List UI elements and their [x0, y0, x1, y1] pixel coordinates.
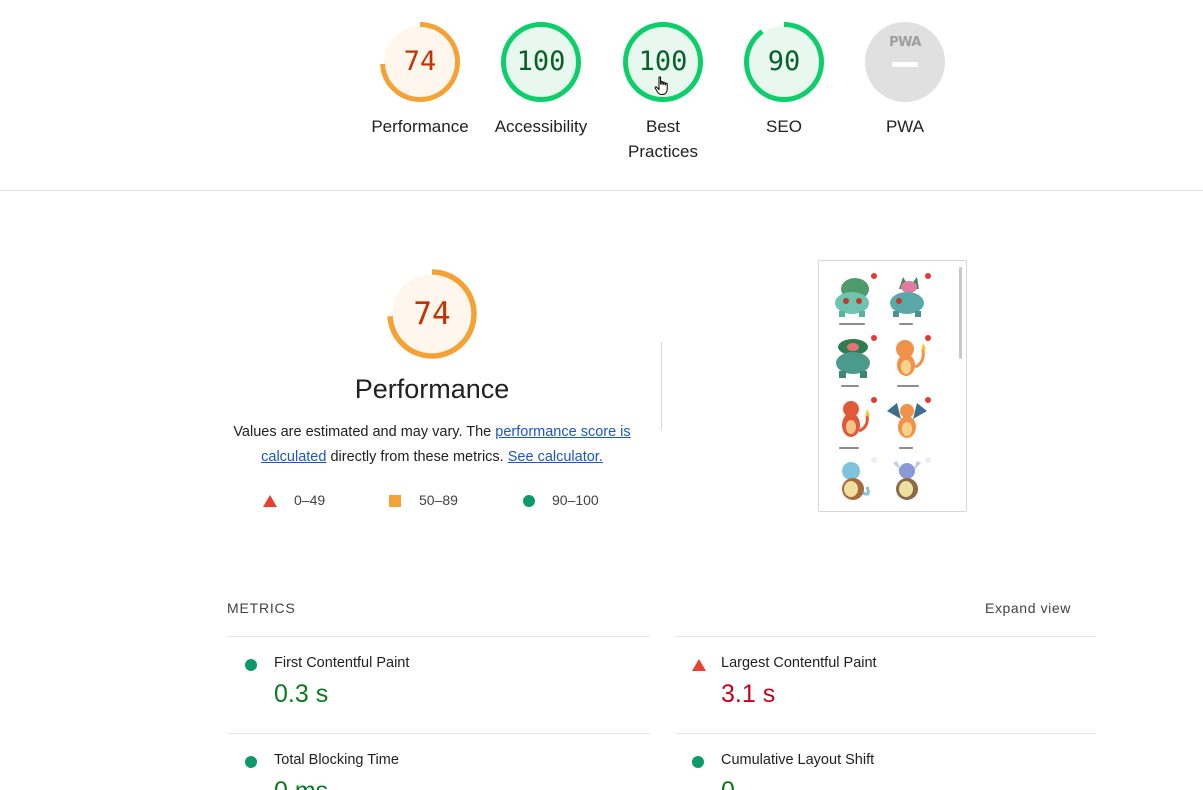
gauge-ring: 90 — [742, 20, 826, 104]
gauge-label: Performance — [371, 117, 469, 136]
circle-icon — [523, 495, 535, 507]
gauge-ring: 74 — [378, 20, 462, 104]
heart-icon — [925, 397, 931, 403]
name-line — [897, 385, 919, 387]
metric-divider — [227, 733, 650, 734]
metric-name: Total Blocking Time — [274, 752, 399, 768]
legend-pass: 90–100 — [523, 492, 599, 508]
pokemon-sprite-icon — [842, 401, 870, 437]
see-calculator-link[interactable]: See calculator. — [508, 449, 603, 465]
name-line — [899, 323, 913, 325]
name-line — [839, 323, 865, 325]
metric-divider — [675, 636, 1096, 637]
metric-value: 0.3 s — [274, 680, 329, 708]
heart-icon — [871, 273, 877, 279]
gauge-ring: PWA — [863, 20, 947, 104]
gauge-accessibility[interactable]: 100 Accessibility — [476, 20, 606, 139]
triangle-icon — [263, 495, 277, 507]
hand-cursor-icon — [654, 76, 668, 95]
legend-fail: 0–49 — [263, 492, 325, 508]
gauge-label: SEO — [766, 117, 802, 136]
legend-range: 90–100 — [552, 492, 599, 508]
thumbnail-scrollbar — [959, 267, 962, 359]
metric-divider — [227, 636, 650, 637]
performance-description: Values are estimated and may vary. The p… — [222, 420, 642, 470]
square-icon — [389, 495, 401, 507]
pass-circle-icon — [245, 756, 257, 768]
vertical-separator — [661, 342, 662, 430]
heart-icon — [871, 457, 877, 463]
charizard-image — [883, 397, 933, 449]
gauge-label: Accessibility — [494, 117, 588, 136]
heart-icon — [925, 335, 931, 341]
name-line — [839, 447, 859, 449]
heart-icon — [871, 397, 877, 403]
pwa-dash-icon — [892, 62, 918, 67]
gauge-seo[interactable]: 90 SEO — [719, 20, 849, 139]
venusaur-image — [829, 335, 879, 387]
gauge-label: Best Practices — [628, 117, 698, 161]
gauge-performance[interactable]: 74 Performance — [355, 20, 485, 139]
legend-average: 50–89 — [389, 492, 458, 508]
metric-value: 0 ms — [274, 777, 328, 790]
metric-name: First Contentful Paint — [274, 655, 410, 671]
pokemon-sprite-icon — [890, 277, 924, 317]
gauge-pwa[interactable]: PWA PWA — [840, 20, 970, 139]
pass-circle-icon — [692, 756, 704, 768]
pwa-badge-text: PWA — [889, 35, 921, 50]
ivysaur-image — [883, 273, 933, 325]
performance-score: 74 — [413, 296, 451, 332]
gauge-label: PWA — [885, 117, 925, 136]
wartortle-image — [883, 457, 933, 509]
charmander-image — [883, 335, 933, 387]
desc-text: directly from these metrics. — [326, 449, 508, 465]
performance-title: Performance — [354, 374, 510, 404]
pokemon-sprite-icon — [836, 339, 870, 378]
gauge-score: 90 — [767, 46, 801, 77]
metric-name: Cumulative Layout Shift — [721, 752, 875, 768]
squirtle-image — [829, 457, 879, 509]
gauge-score: 74 — [403, 46, 437, 77]
pokemon-sprite-icon — [893, 461, 921, 500]
metric-value: 3.1 s — [721, 680, 776, 708]
pass-circle-icon — [245, 659, 257, 671]
pokemon-sprite-icon — [896, 340, 926, 376]
heart-icon — [925, 273, 931, 279]
final-screenshot[interactable] — [818, 260, 967, 512]
fail-triangle-icon — [692, 659, 706, 671]
gauge-ring: 100 — [499, 20, 583, 104]
metric-name: Largest Contentful Paint — [721, 655, 877, 671]
legend-range: 50–89 — [419, 492, 458, 508]
heart-icon — [871, 335, 877, 341]
heart-icon — [925, 457, 931, 463]
gauge-score: 100 — [516, 46, 566, 77]
charmeleon-image — [829, 397, 879, 449]
pokemon-sprite-icon — [842, 462, 870, 500]
pokemon-sprite-icon — [887, 403, 927, 438]
metric-divider — [675, 733, 1096, 734]
legend-range: 0–49 — [294, 492, 326, 508]
expand-view-toggle[interactable]: Expand view — [985, 600, 1071, 616]
name-line — [841, 385, 859, 387]
section-divider — [0, 190, 1203, 191]
metrics-heading: METRICS — [227, 600, 296, 616]
name-line — [899, 447, 913, 449]
bulbasaur-image — [829, 273, 879, 325]
desc-text: Values are estimated and may vary. The — [233, 424, 496, 440]
metric-value: 0 — [721, 777, 735, 790]
pokemon-sprite-icon — [835, 278, 869, 317]
performance-gauge: 74 — [385, 267, 479, 361]
